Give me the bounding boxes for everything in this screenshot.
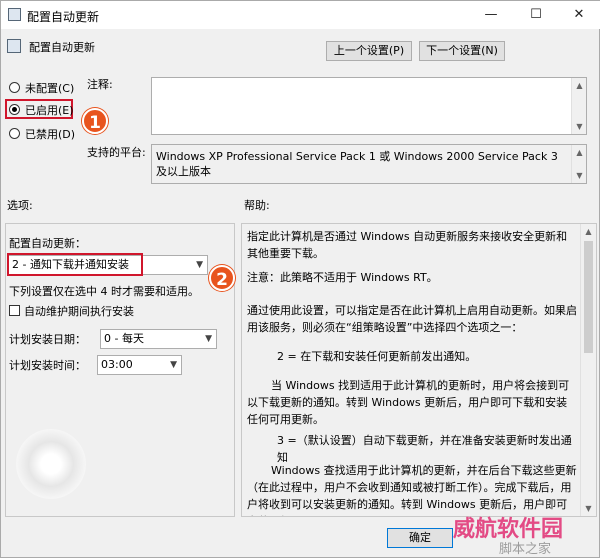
scroll-down-icon[interactable]: ▼	[581, 501, 596, 516]
supported-platform-box: Windows XP Professional Service Pack 1 或…	[151, 144, 587, 184]
scroll-down-icon[interactable]: ▼	[572, 119, 587, 134]
supported-scrollbar[interactable]: ▲ ▼	[571, 145, 586, 183]
chevron-down-icon: ▼	[196, 260, 203, 270]
install-day-value: 0 - 每天	[104, 332, 144, 345]
prev-setting-button[interactable]: 上一个设置(P)	[326, 41, 412, 61]
maintenance-checkbox[interactable]	[9, 305, 20, 316]
step-badge-2: 2	[209, 265, 235, 291]
help-paragraph: 注意：此策略不适用于 Windows RT。	[247, 271, 438, 284]
options-note: 下列设置仅在选中 4 时才需要和适用。	[9, 285, 199, 298]
watermark-subtext: 脚本之家	[499, 542, 552, 557]
scroll-up-icon[interactable]: ▲	[572, 78, 587, 93]
help-paragraph: 通过使用此设置，可以指定是否在此计算机上启用自动更新。如果启用该服务，则必须在“…	[247, 304, 577, 334]
comment-label: 注释:	[87, 78, 113, 91]
radio-not-configured[interactable]	[9, 82, 20, 93]
chevron-down-icon: ▼	[205, 334, 212, 344]
help-paragraph: 当 Windows 找到适用于此计算机的更新时，用户将会接到可以下载更新的通知。…	[247, 379, 570, 426]
maintenance-checkbox-label: 自动维护期间执行安装	[24, 305, 134, 318]
configure-updates-label: 配置自动更新：	[9, 237, 86, 250]
scroll-down-icon[interactable]: ▼	[572, 168, 587, 183]
scroll-thumb[interactable]	[584, 241, 593, 353]
install-day-dropdown[interactable]: 0 - 每天 ▼	[100, 329, 217, 349]
maximize-button[interactable]: ☐	[516, 1, 556, 29]
help-paragraph: 3 =（默认设置）自动下载更新，并在准备安装更新时发出通知	[277, 434, 572, 464]
radio-enabled-label: 已启用(E)	[25, 104, 74, 117]
step-badge-1: 1	[82, 108, 108, 134]
comment-textarea[interactable]: ▲ ▼	[151, 77, 587, 135]
install-day-label: 计划安装日期：	[9, 333, 86, 346]
help-paragraph: 2 = 在下载和安装任何更新前发出通知。	[277, 350, 477, 363]
window-title: 配置自动更新	[27, 10, 100, 24]
title-bar: 配置自动更新 — ☐ ✕	[1, 1, 600, 29]
help-paragraph: Windows 查找适用于此计算机的更新，并在后台下载这些更新（在此过程中，用户…	[247, 464, 577, 516]
radio-disabled-label: 已禁用(D)	[25, 128, 76, 141]
supported-label: 支持的平台:	[87, 146, 146, 159]
help-panel: 指定此计算机是否通过 Windows 自动更新服务来接收安全更新和其他重要下载。…	[241, 223, 597, 517]
policy-icon	[7, 39, 21, 53]
radio-not-configured-label: 未配置(C)	[25, 82, 75, 95]
radio-disabled[interactable]	[9, 128, 20, 139]
policy-app-icon	[8, 8, 21, 21]
comment-scrollbar[interactable]: ▲ ▼	[571, 78, 586, 134]
minimize-button[interactable]: —	[471, 1, 511, 29]
options-panel: 配置自动更新： 2 - 通知下载并通知安装 ▼ 下列设置仅在选中 4 时才需要和…	[5, 223, 235, 517]
install-time-dropdown[interactable]: 03:00 ▼	[97, 355, 182, 375]
next-setting-button[interactable]: 下一个设置(N)	[419, 41, 505, 61]
install-time-value: 03:00	[101, 358, 133, 371]
supported-platform-text: Windows XP Professional Service Pack 1 或…	[156, 150, 558, 178]
help-paragraph: 指定此计算机是否通过 Windows 自动更新服务来接收安全更新和其他重要下载。	[247, 230, 568, 260]
help-scrollbar[interactable]: ▲ ▼	[580, 224, 596, 516]
policy-name: 配置自动更新	[29, 41, 95, 54]
dropdown-highlight-box	[7, 253, 143, 276]
policy-dialog-window: 配置自动更新 — ☐ ✕ 配置自动更新 上一个设置(P) 下一个设置(N) 未配…	[0, 0, 600, 558]
close-button[interactable]: ✕	[559, 1, 599, 29]
options-section-label: 选项:	[7, 199, 33, 212]
help-section-label: 帮助:	[244, 199, 270, 212]
radio-enabled[interactable]	[9, 104, 20, 115]
install-time-label: 计划安装时间：	[9, 359, 86, 372]
chevron-down-icon: ▼	[170, 360, 177, 370]
scroll-up-icon[interactable]: ▲	[581, 224, 596, 239]
decorative-swirl	[16, 429, 86, 499]
scroll-up-icon[interactable]: ▲	[572, 145, 587, 160]
ok-button[interactable]: 确定	[387, 528, 453, 548]
